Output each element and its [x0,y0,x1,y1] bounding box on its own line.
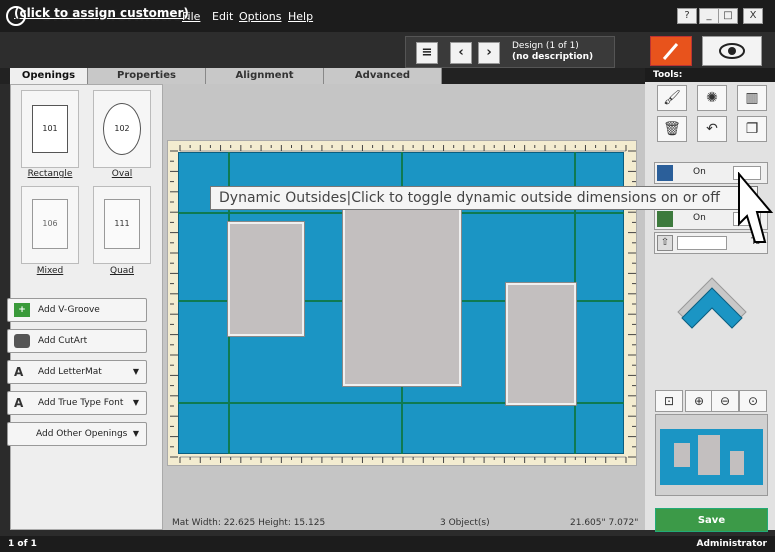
opening-mixed-id: 106 [32,199,68,249]
opening-oval-id: 102 [103,103,141,155]
toggle-switch[interactable] [677,236,727,250]
add-other-openings-button[interactable]: Add Other Openings ▼ [7,422,147,446]
tools-header: Tools: [645,68,775,82]
user-name: Administrator [696,539,767,549]
zoom-out-icon[interactable]: ⊖ [711,390,739,412]
maximize-button[interactable]: □ [718,8,738,24]
add-truetype-font-label: Add True Type Font [38,398,124,408]
opening-quad-id: 111 [104,199,140,249]
assign-customer-link[interactable]: (click to assign customer) [14,6,189,20]
tab-alignment[interactable]: Alignment [206,68,324,84]
status-bar: 1 of 1 Administrator [0,536,775,552]
save-button[interactable]: Save [655,508,768,532]
menu-edit[interactable]: Edit [212,10,233,23]
plus-icon: + [14,303,30,317]
menu-options[interactable]: Options [239,10,281,23]
tab-openings[interactable]: Openings [10,68,88,84]
opening-oval-tile[interactable]: 102 [93,90,151,168]
ruler-icon[interactable]: ▥ [737,85,767,111]
object-count: 3 Object(s) [440,518,490,528]
next-design-button[interactable]: › [478,42,500,64]
pen-icon [662,43,679,60]
zoom-in-icon[interactable]: ⊕ [685,390,713,412]
menu-help[interactable]: Help [288,10,313,23]
chevron-down-icon: ▼ [132,398,139,407]
opening-rectangle-tile[interactable]: 101 [21,90,79,168]
add-cutart-label: Add CutArt [38,336,88,346]
close-button[interactable]: X [743,8,763,24]
page-indicator: 1 of 1 [8,539,37,549]
tooltip: Dynamic Outsides|Click to toggle dynamic… [210,186,758,210]
minimize-button[interactable]: _ [699,8,719,24]
add-cutart-button[interactable]: Add CutArt [7,329,147,353]
mat-opening[interactable] [227,221,305,337]
opening-mixed-label[interactable]: Mixed [17,266,83,276]
toggle-state-label: On [693,167,706,177]
opening-oval-label[interactable]: Oval [89,169,155,179]
cutart-icon [14,334,30,348]
pen-tool-button[interactable] [650,36,692,66]
square-icon [657,211,673,227]
trash-icon[interactable]: 🗑 [657,116,687,142]
cursor-coords: 21.605" 7.072" [570,518,639,528]
undo-icon[interactable]: ↶ [697,116,727,142]
preview-button[interactable] [702,36,762,66]
cursor-arrow-icon [738,172,774,243]
add-truetype-font-button[interactable]: A Add True Type Font ▼ [7,391,147,415]
layers-icon[interactable]: ❐ [737,116,767,142]
help-icon[interactable]: ? [677,8,697,24]
chevron-down-icon: ▼ [132,429,139,438]
lettermat-icon: A [14,365,24,379]
design-description: (no description) [512,52,594,62]
opening-rectangle-id: 101 [32,105,68,153]
font-icon: A [14,396,24,410]
burst-icon[interactable]: ✺ [697,85,727,111]
opening-quad-label[interactable]: Quad [89,266,155,276]
up-arrow-icon: ⇧ [657,235,673,251]
minimap-opening [730,451,744,475]
opening-rectangle-label[interactable]: Rectangle [17,169,83,179]
design-counter: Design (1 of 1) [512,41,579,51]
mat-opening[interactable] [342,199,462,387]
tab-properties[interactable]: Properties [88,68,206,84]
design-navigator: ≡ ‹ › Design (1 of 1) (no description) [405,36,615,68]
tab-advanced[interactable]: Advanced [324,68,442,84]
add-v-groove-button[interactable]: + Add V-Groove [7,298,147,322]
add-lettermat-button[interactable]: A Add LetterMat ▼ [7,360,147,384]
minimap-opening [674,443,690,467]
mat-size-readout: Mat Width: 22.625 Height: 15.125 [172,518,326,528]
toggle-state-label: On [693,213,706,223]
eye-icon [719,43,745,59]
add-v-groove-label: Add V-Groove [38,305,100,315]
zoom-fit-icon[interactable]: ⊡ [655,390,683,412]
opening-quad-tile[interactable]: 111 [93,186,151,264]
zoom-reset-icon[interactable]: ⊙ [739,390,767,412]
prev-design-button[interactable]: ‹ [450,42,472,64]
minimap-opening [698,435,720,475]
minimap[interactable] [655,414,768,496]
chevron-down-icon: ▼ [132,367,139,376]
brush-icon[interactable]: 🖌 [657,85,687,111]
dynamic-outsides-icon [657,165,673,181]
menu-hamburger-icon[interactable]: ≡ [416,42,438,64]
opening-mixed-tile[interactable]: 106 [21,186,79,264]
chevron-up-icon[interactable] [672,272,752,342]
add-other-openings-label: Add Other Openings [36,429,128,439]
mat-opening[interactable] [505,282,577,406]
add-lettermat-label: Add LetterMat [38,367,102,377]
